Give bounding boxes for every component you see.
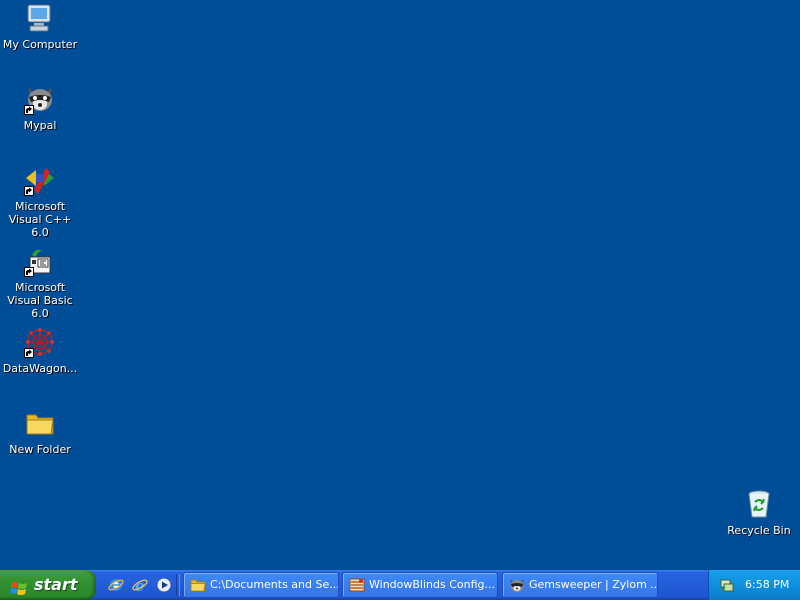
desktop-icon-my-computer[interactable]: My Computer	[0, 2, 80, 51]
raccoon-icon	[24, 83, 56, 115]
task-button-windowblinds[interactable]: WindowBlinds Config...	[342, 572, 498, 598]
desktop-icon-visual-basic[interactable]: Microsoft Visual Basic 6.0	[0, 245, 80, 320]
system-tray: 6:58 PM	[708, 570, 800, 600]
desktop[interactable]: My Computer Mypal Microsoft Visual C++ 6…	[0, 0, 800, 570]
recycle-bin-icon	[743, 488, 775, 520]
start-button[interactable]: start	[0, 570, 96, 600]
internet-explorer-alt-icon[interactable]: e	[132, 577, 148, 595]
desktop-icon-label: DataWagon...	[2, 362, 78, 375]
computer-icon	[24, 2, 56, 34]
desktop-icon-label: Microsoft Visual C++ 6.0	[8, 200, 72, 239]
visual-basic-icon	[24, 245, 56, 277]
svg-text:e: e	[135, 577, 145, 593]
shortcut-arrow-icon	[24, 186, 34, 196]
folder-icon	[24, 407, 56, 439]
taskbar: start e C:\Documents and Se... WindowBli…	[0, 570, 800, 600]
network-icon[interactable]	[719, 577, 735, 593]
shortcut-arrow-icon	[24, 348, 34, 358]
task-button-gemsweeper[interactable]: Gemsweeper | Zylom ...	[502, 572, 658, 598]
folder-icon	[190, 577, 206, 593]
task-button-label: Gemsweeper | Zylom ...	[529, 578, 658, 591]
desktop-icon-label: Recycle Bin	[727, 524, 791, 537]
desktop-icon-label: Microsoft Visual Basic 6.0	[7, 281, 73, 320]
media-player-icon[interactable]	[156, 577, 172, 593]
desktop-icon-new-folder[interactable]: New Folder	[0, 407, 80, 456]
shortcut-arrow-icon	[24, 105, 34, 115]
desktop-icon-datawagon[interactable]: DataWagon...	[0, 326, 80, 375]
task-button-explorer[interactable]: C:\Documents and Se...	[183, 572, 339, 598]
desktop-icon-visual-cpp[interactable]: Microsoft Visual C++ 6.0	[0, 164, 80, 239]
desktop-icon-label: My Computer	[2, 38, 78, 51]
visual-cpp-icon	[24, 164, 56, 196]
desktop-icon-label: Mypal	[23, 119, 57, 132]
task-button-label: WindowBlinds Config...	[369, 578, 495, 591]
windowblinds-icon	[349, 577, 365, 593]
shortcut-arrow-icon	[24, 267, 34, 277]
clock[interactable]: 6:58 PM	[745, 570, 789, 600]
internet-explorer-icon[interactable]	[108, 577, 124, 593]
task-button-label: C:\Documents and Se...	[210, 578, 339, 591]
desktop-icon-label: New Folder	[9, 443, 71, 456]
quick-launch-bar: e	[104, 570, 176, 600]
datawagon-icon	[24, 326, 56, 358]
raccoon-icon	[509, 577, 525, 593]
quick-launch-separator	[176, 574, 180, 596]
desktop-icon-recycle-bin[interactable]: Recycle Bin	[719, 488, 799, 537]
windows-logo-icon	[10, 577, 28, 595]
desktop-icon-mypal[interactable]: Mypal	[0, 83, 80, 132]
start-label: start	[34, 575, 78, 594]
